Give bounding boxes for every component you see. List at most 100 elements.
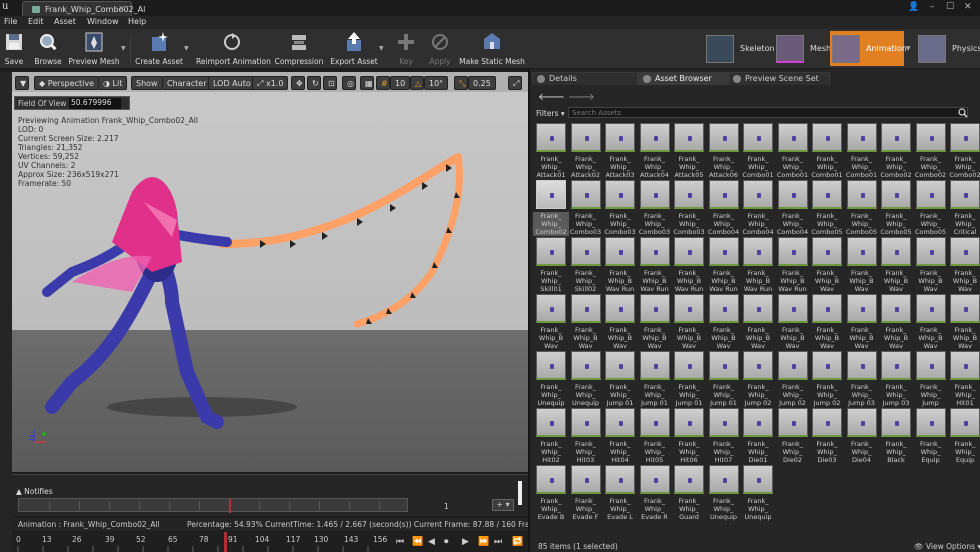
asset-tile[interactable]: Frank_ Whip_B Wav	[604, 294, 636, 350]
preview-mesh-button[interactable]: Preview Mesh	[68, 31, 120, 69]
playback-speed-button[interactable]: ⤢ x1.0	[252, 76, 289, 90]
asset-tile[interactable]: Frank_ Whip_B Wav	[915, 294, 947, 350]
asset-tile[interactable]: Frank_ Whip_B Wav	[673, 294, 705, 350]
asset-tile[interactable]: Frank_ Whip_ Attack05	[673, 123, 705, 179]
asset-tile[interactable]: Frank_ Whip_B Wav	[949, 294, 980, 350]
menu-asset[interactable]: Asset	[54, 17, 76, 26]
asset-tile[interactable]: Frank_ Whip_B Wav Run	[639, 237, 671, 293]
mode-mesh-button[interactable]: Mesh	[774, 31, 831, 66]
asset-tile[interactable]: Frank_ Whip_ Critical	[949, 180, 980, 236]
asset-tile[interactable]: Frank_ Whip_ Die04	[846, 408, 878, 464]
field-of-view-control[interactable]: Field Of View 50.679996	[14, 96, 130, 110]
notifies-track[interactable]	[18, 498, 408, 513]
asset-tile[interactable]: Frank_ Whip_B Wav Run	[777, 237, 809, 293]
create-asset-button[interactable]: Create Asset	[134, 31, 184, 69]
asset-tile[interactable]: Frank_ Whip_ Die03	[811, 408, 843, 464]
asset-tile[interactable]: Frank_ Whip_ Hit04	[604, 408, 636, 464]
asset-tile[interactable]: Frank_ Whip_B Wav	[949, 237, 980, 293]
play-reverse-icon[interactable]: ◀	[428, 537, 438, 548]
asset-tile[interactable]: Frank_ Whip_B Wav	[708, 294, 740, 350]
asset-tile[interactable]: Frank_ Whip_B Wav	[846, 294, 878, 350]
search-assets-input[interactable]: Search Assets	[568, 107, 968, 118]
asset-tile[interactable]: Frank_ Whip_ Jump 02	[811, 351, 843, 407]
grid-snap-value[interactable]: 10	[390, 76, 411, 90]
asset-tile[interactable]: Frank_ Whip_ Jump 03	[846, 351, 878, 407]
forward-arrow-icon[interactable]: 🡒	[568, 92, 595, 103]
asset-tile[interactable]: Frank_ Whip_ Jump 03	[880, 351, 912, 407]
viewport-options-button[interactable]: ▼	[15, 76, 29, 90]
step-back-icon[interactable]: ⏪	[412, 537, 423, 548]
asset-tile[interactable]: Frank_ Whip_ Combo01	[742, 123, 774, 179]
chevron-down-icon[interactable]: ▼	[906, 45, 911, 52]
asset-tile[interactable]: Frank_ Whip_B Wav	[535, 294, 567, 350]
mode-physics-button[interactable]: Physics	[916, 31, 980, 66]
asset-tile[interactable]: Frank_ Whip_ Attack03	[604, 123, 636, 179]
asset-tile[interactable]: Frank_ Whip_ Attack04	[639, 123, 671, 179]
engine-logo-icon[interactable]: u	[2, 1, 8, 12]
back-arrow-icon[interactable]: 🡐	[538, 92, 565, 103]
menu-help[interactable]: Help	[128, 17, 146, 26]
notifies-scrollbar[interactable]	[518, 481, 522, 505]
asset-tile[interactable]: Frank_ Whip_B Wav	[846, 237, 878, 293]
asset-tile[interactable]: Frank_ Whip_ Hit06	[673, 408, 705, 464]
asset-tile[interactable]: Frank_ Whip_ Combo05	[915, 180, 947, 236]
asset-tile[interactable]: Frank_ Whip_ Unequip	[742, 465, 774, 521]
close-icon[interactable]: ✕	[118, 4, 125, 13]
rotation-snap-icon[interactable]: △	[410, 76, 424, 90]
asset-tile[interactable]: Frank_ Whip_ Unequip	[535, 351, 567, 407]
asset-tile[interactable]: Frank_ Whip_ Unequip	[570, 351, 602, 407]
view-options-button[interactable]: 👁 View Options ▾	[914, 542, 980, 551]
asset-tile[interactable]: Frank_ Whip_B Wav	[570, 294, 602, 350]
asset-tile[interactable]: Frank_ Whip_ Jump	[915, 351, 947, 407]
asset-tile[interactable]: Frank_ Whip_ Jump 01	[639, 351, 671, 407]
lod-button[interactable]: LOD Auto	[208, 76, 256, 90]
record-icon[interactable]: ⏺	[444, 537, 454, 548]
make-static-mesh-button[interactable]: Make Static Mesh	[458, 31, 526, 69]
asset-tile[interactable]: Frank_ Whip_ Combo03	[570, 180, 602, 236]
asset-tile[interactable]: Frank_ Whip_ Hit05	[639, 408, 671, 464]
maximize-icon[interactable]: ☐	[946, 2, 954, 12]
loop-icon[interactable]: 🔁	[512, 537, 523, 548]
asset-tile[interactable]: Frank_ Whip_ Evade L	[604, 465, 636, 521]
asset-tile[interactable]: Frank_ Whip_ Hit07	[708, 408, 740, 464]
search-icon[interactable]	[958, 108, 968, 118]
skip-to-end-icon[interactable]: ⏭	[494, 537, 504, 548]
asset-tile[interactable]: Frank_ Whip_ Combo04	[777, 180, 809, 236]
chevron-down-icon[interactable]: ▼	[379, 45, 384, 52]
maximize-viewport-icon[interactable]: ⤢	[508, 76, 522, 90]
show-button[interactable]: Show	[131, 76, 163, 90]
document-tab[interactable]: Frank_Whip_Combo02_Al ✕	[22, 1, 145, 16]
asset-tile[interactable]: Frank_ Whip_B Wav Run	[708, 237, 740, 293]
asset-tile[interactable]: Frank_ Whip_ Combo02	[949, 123, 980, 179]
save-button[interactable]: Save	[2, 31, 26, 69]
asset-tile[interactable]: Frank_ Whip_ Combo01	[777, 123, 809, 179]
asset-tile[interactable]: Frank_ Whip_ Hit01	[949, 351, 980, 407]
asset-tile[interactable]: Frank_ Whip_ Guard	[673, 465, 705, 521]
asset-tile[interactable]: Frank_ Whip_ Die02	[777, 408, 809, 464]
key-button[interactable]: Key	[394, 31, 418, 69]
mode-animation-button[interactable]: Animation	[830, 31, 907, 66]
asset-tile[interactable]: Frank_ Whip_ Jump 02	[777, 351, 809, 407]
grid-snap-icon[interactable]: #	[376, 76, 390, 90]
asset-tile[interactable]: Frank_ Whip_ Jump 01	[673, 351, 705, 407]
playhead-marker[interactable]	[229, 499, 231, 513]
asset-tile[interactable]: Frank_ Whip_ Skill02	[570, 237, 602, 293]
chevron-down-icon[interactable]: ▼	[184, 45, 189, 52]
asset-tile[interactable]: Frank_ Whip_B Wav	[880, 294, 912, 350]
reimport-animation-button[interactable]: Reimport Animation	[196, 31, 271, 69]
lit-button[interactable]: ◑ Lit	[98, 76, 128, 90]
asset-tile[interactable]: Frank_ Whip_ Combo01	[846, 123, 878, 179]
asset-tile[interactable]: Frank_ Whip_ Attack02	[570, 123, 602, 179]
asset-tile[interactable]: Frank_ Whip_ Hit03	[570, 408, 602, 464]
asset-tile[interactable]: Frank_ Whip_B Wav	[880, 237, 912, 293]
character-button[interactable]: Character	[162, 76, 212, 90]
asset-tile[interactable]: Frank_ Whip_ Combo05	[880, 180, 912, 236]
menu-edit[interactable]: Edit	[28, 17, 44, 26]
minimize-icon[interactable]: –	[930, 2, 935, 12]
tab-preview-scene-set[interactable]: Preview Scene Set	[728, 72, 830, 85]
user-icon[interactable]: 👤	[908, 2, 919, 12]
apply-button[interactable]: Apply	[426, 31, 454, 69]
add-notify-track-button[interactable]: + ▾	[492, 499, 514, 511]
asset-tile[interactable]: Frank_ Whip_ Combo04	[708, 180, 740, 236]
skip-to-start-icon[interactable]: ⏮	[396, 537, 406, 548]
